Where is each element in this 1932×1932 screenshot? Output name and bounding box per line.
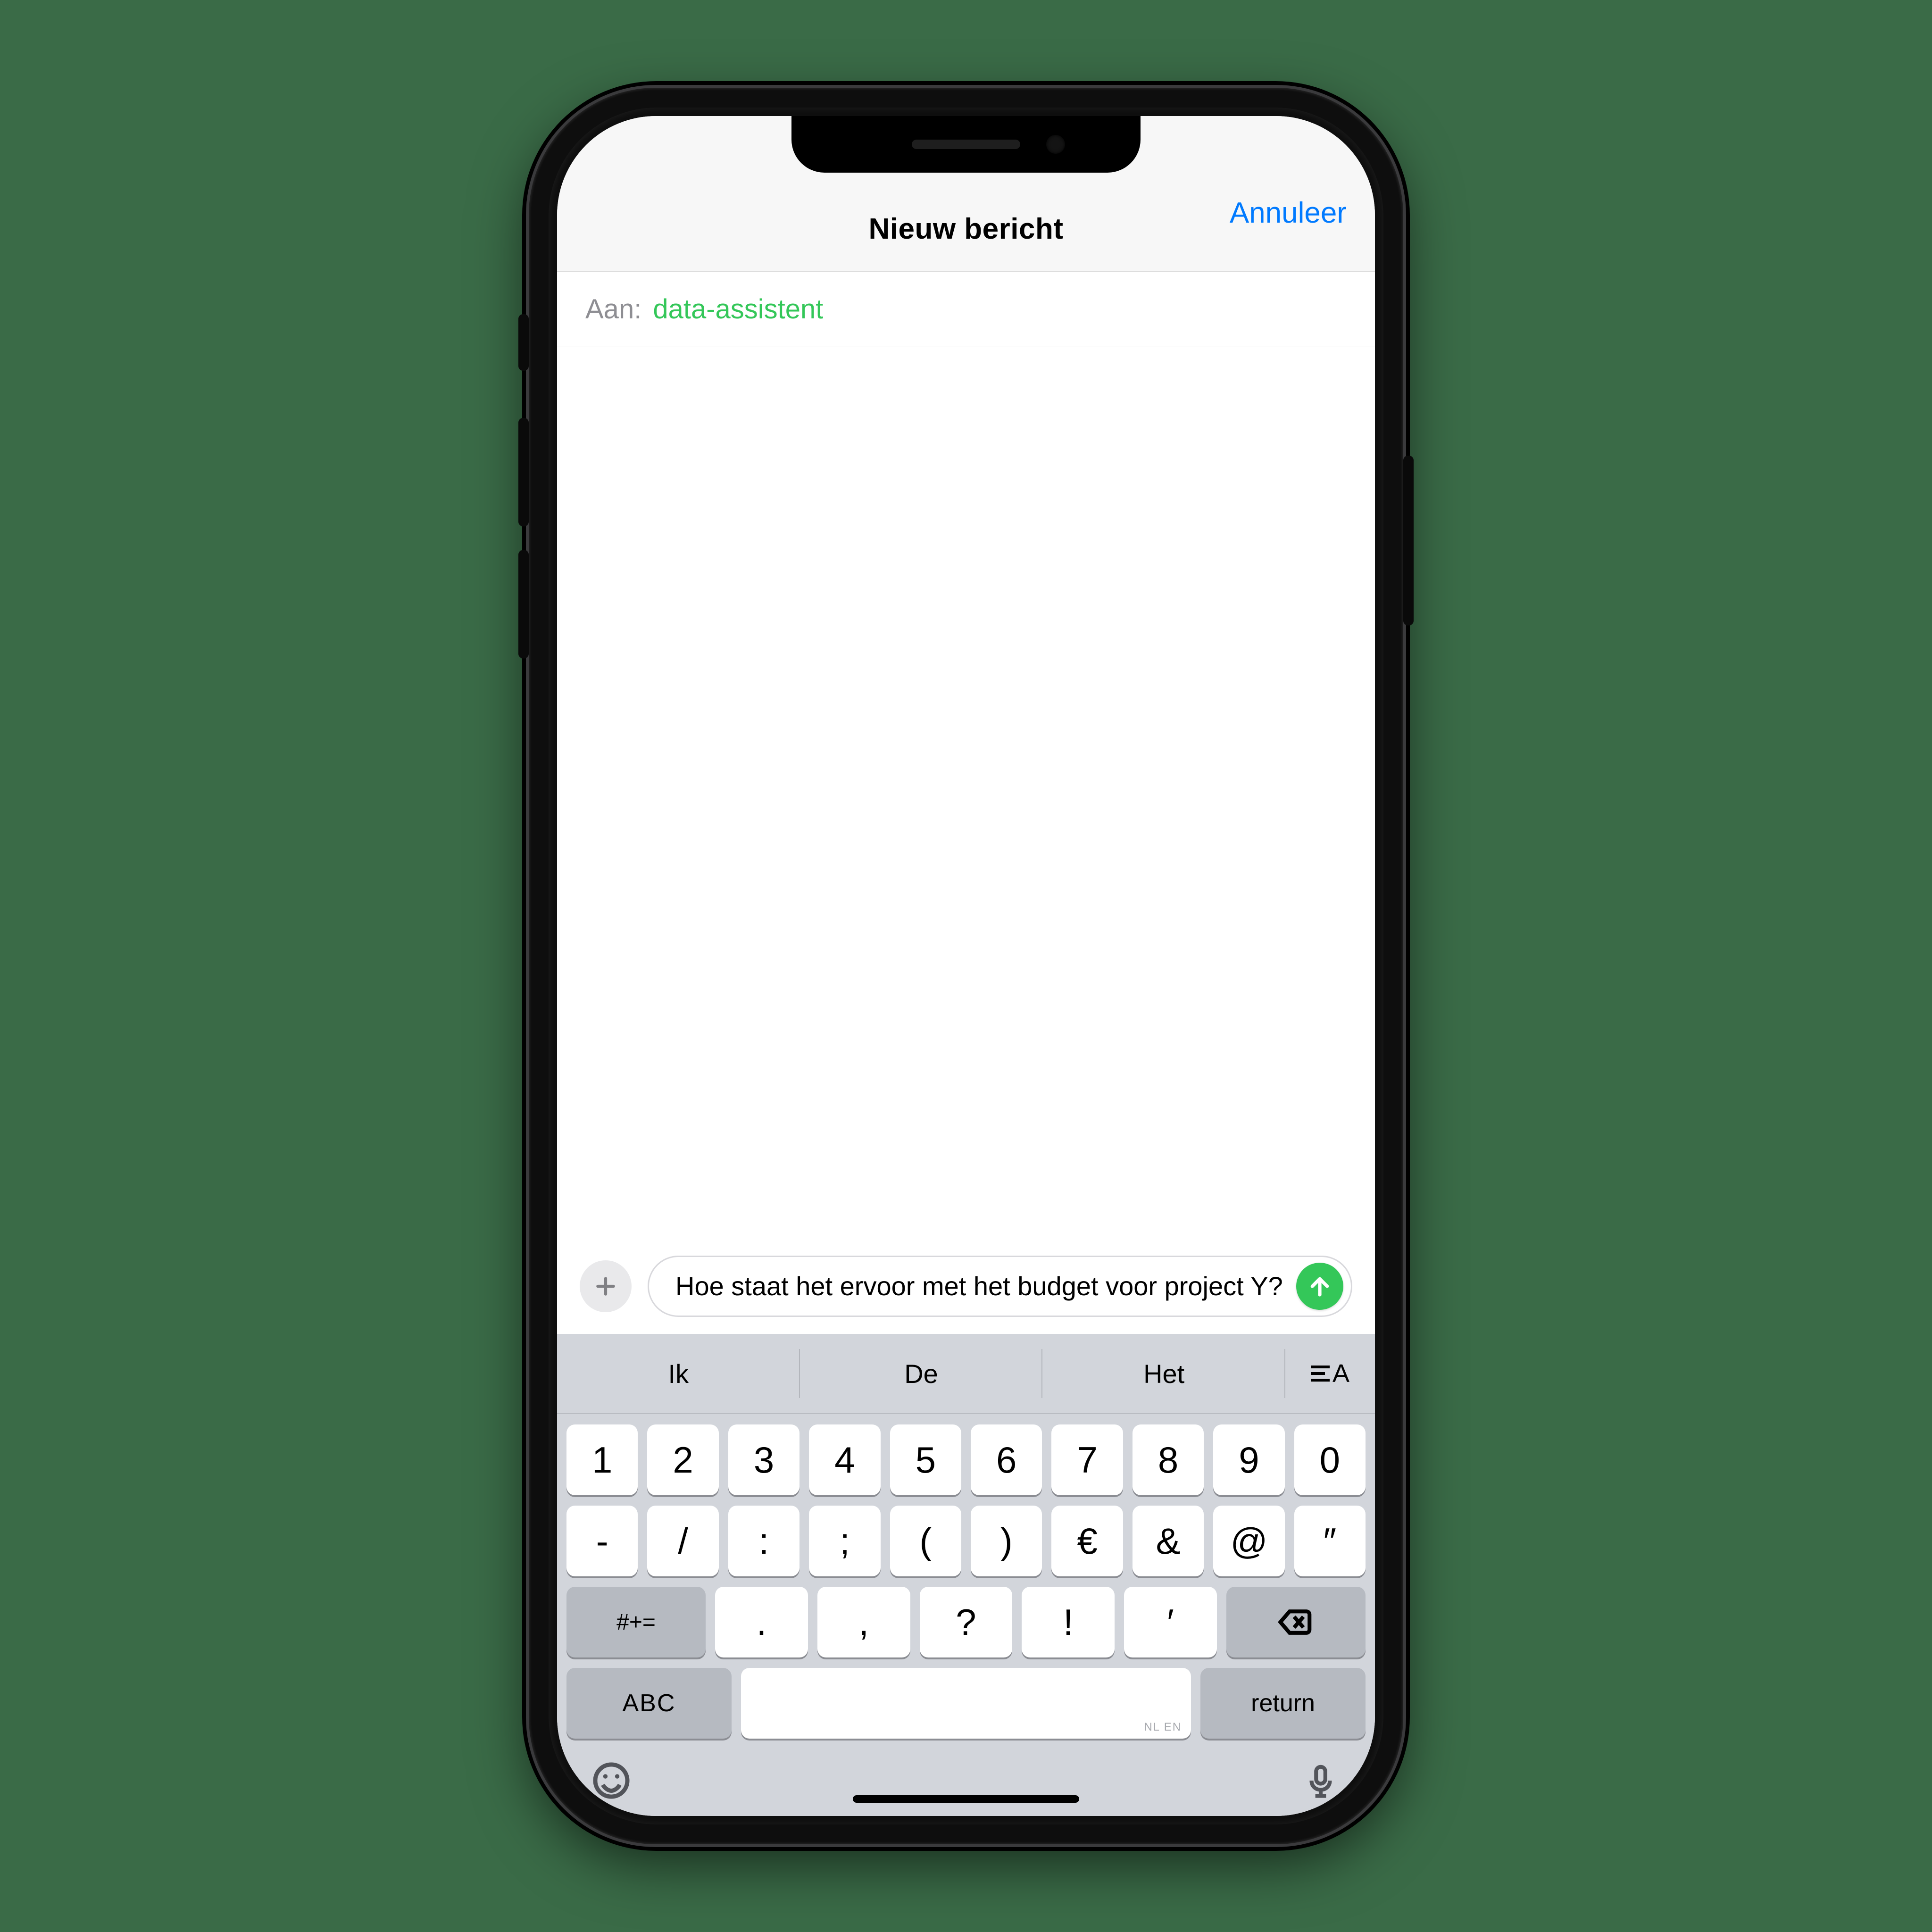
key-euro[interactable]: € (1051, 1506, 1123, 1576)
key-9[interactable]: 9 (1213, 1424, 1284, 1495)
key-row-3: #+= . , ? ! ′ (557, 1576, 1375, 1657)
arrow-up-icon (1307, 1274, 1332, 1299)
key-7[interactable]: 7 (1051, 1424, 1123, 1495)
key-row-1: 1 2 3 4 5 6 7 8 9 0 (557, 1414, 1375, 1495)
key-2[interactable]: 2 (647, 1424, 718, 1495)
key-at[interactable]: @ (1213, 1506, 1284, 1576)
key-0[interactable]: 0 (1294, 1424, 1366, 1495)
keyboard: Ik De Het A 1 2 3 4 5 6 7 8 9 (557, 1334, 1375, 1816)
message-text: Hoe staat het ervoor met het budget voor… (675, 1271, 1283, 1301)
text-format-button[interactable]: A (1285, 1334, 1375, 1413)
key-8[interactable]: 8 (1133, 1424, 1204, 1495)
recipient-chip[interactable]: data-assistent (653, 293, 823, 325)
volume-down-button[interactable] (518, 550, 529, 658)
key-more-symbols[interactable]: #+= (566, 1587, 706, 1657)
earpiece-speaker (912, 140, 1020, 149)
key-exclaim[interactable]: ! (1022, 1587, 1115, 1657)
emoji-icon (591, 1760, 632, 1801)
key-double-prime[interactable]: ″ (1294, 1506, 1366, 1576)
predictive-bar: Ik De Het A (557, 1334, 1375, 1414)
key-5[interactable]: 5 (890, 1424, 961, 1495)
key-return[interactable]: return (1200, 1668, 1366, 1739)
microphone-icon (1302, 1762, 1339, 1799)
plus-icon (594, 1274, 617, 1298)
keyboard-language-indicator: NL EN (1144, 1721, 1182, 1734)
letter-a-icon: A (1332, 1359, 1349, 1388)
volume-up-button[interactable] (518, 418, 529, 526)
send-button[interactable] (1296, 1263, 1343, 1310)
to-label: Aan: (585, 293, 641, 325)
key-backspace[interactable] (1226, 1587, 1366, 1657)
key-row-2: - / : ; ( ) € & @ ″ (557, 1495, 1375, 1576)
key-paren-close[interactable]: ) (971, 1506, 1042, 1576)
key-slash[interactable]: / (647, 1506, 718, 1576)
key-comma[interactable]: , (817, 1587, 910, 1657)
display-notch (791, 116, 1141, 173)
paragraph-lines-icon (1311, 1366, 1330, 1382)
key-4[interactable]: 4 (809, 1424, 880, 1495)
compose-bar: Hoe staat het ervoor met het budget voor… (557, 1243, 1375, 1334)
key-period[interactable]: . (715, 1587, 808, 1657)
key-ampersand[interactable]: & (1133, 1506, 1204, 1576)
suggestion-3[interactable]: Het (1042, 1334, 1285, 1413)
suggestion-1[interactable]: Ik (557, 1334, 800, 1413)
conversation-area[interactable] (557, 347, 1375, 1243)
key-semicolon[interactable]: ; (809, 1506, 880, 1576)
key-1[interactable]: 1 (566, 1424, 638, 1495)
key-6[interactable]: 6 (971, 1424, 1042, 1495)
front-camera (1046, 135, 1065, 154)
mute-switch[interactable] (518, 314, 529, 371)
key-prime[interactable]: ′ (1124, 1587, 1217, 1657)
power-button[interactable] (1403, 456, 1414, 625)
key-row-4: ABC NL EN return (557, 1657, 1375, 1739)
emoji-button[interactable] (590, 1759, 633, 1802)
home-indicator[interactable] (853, 1795, 1079, 1803)
phone-screen: Nieuw bericht Annuleer Aan: data-assiste… (557, 116, 1375, 1816)
key-3[interactable]: 3 (728, 1424, 799, 1495)
cancel-button[interactable]: Annuleer (1230, 196, 1347, 230)
key-question[interactable]: ? (920, 1587, 1013, 1657)
suggestion-2[interactable]: De (800, 1334, 1043, 1413)
attach-button[interactable] (580, 1260, 632, 1312)
key-abc[interactable]: ABC (566, 1668, 732, 1739)
backspace-icon (1277, 1604, 1314, 1641)
phone-frame: Nieuw bericht Annuleer Aan: data-assiste… (529, 88, 1403, 1844)
key-colon[interactable]: : (728, 1506, 799, 1576)
key-space[interactable] (741, 1668, 1191, 1739)
page-title: Nieuw bericht (868, 212, 1063, 246)
message-input[interactable]: Hoe staat het ervoor met het budget voor… (648, 1256, 1352, 1317)
key-dash[interactable]: - (566, 1506, 638, 1576)
recipient-row[interactable]: Aan: data-assistent (557, 272, 1375, 347)
key-paren-open[interactable]: ( (890, 1506, 961, 1576)
dictation-button[interactable] (1299, 1759, 1342, 1802)
